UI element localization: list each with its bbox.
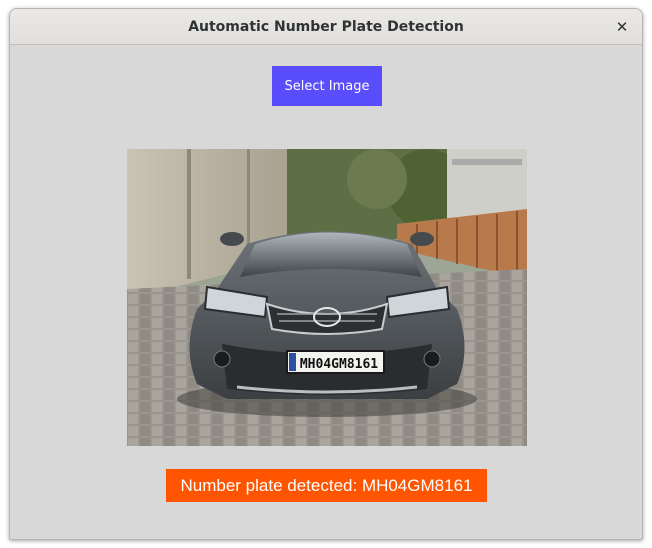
plate-text: MH04GM8161 (300, 357, 378, 372)
title-bar[interactable]: Automatic Number Plate Detection ✕ (10, 9, 642, 45)
close-icon[interactable]: ✕ (610, 15, 634, 39)
select-image-button[interactable]: Select Image (272, 66, 382, 106)
detection-result-label: Number plate detected: MH04GM8161 (166, 469, 487, 502)
window-title: Automatic Number Plate Detection (188, 19, 464, 35)
app-window: Automatic Number Plate Detection ✕ Selec… (9, 8, 643, 540)
car-photo: MH04GM8161 (127, 149, 527, 446)
